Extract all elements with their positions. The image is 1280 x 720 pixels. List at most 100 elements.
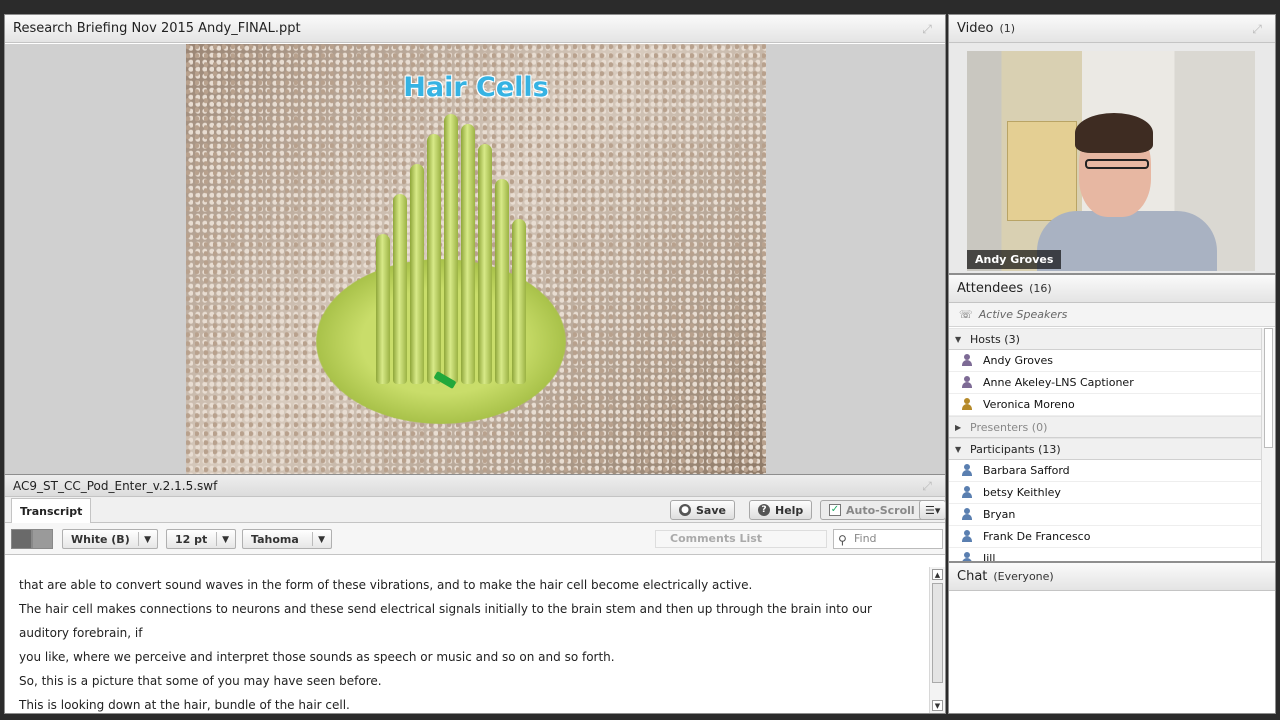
transcript-line: you like, where we perceive and interpre… [19, 650, 615, 664]
attendee-row[interactable]: Bryan [949, 504, 1261, 526]
share-pod: Research Briefing Nov 2015 Andy_FINAL.pp… [4, 14, 946, 479]
video-pod-header: Video (1) ⤢ [949, 15, 1275, 43]
captions-pod: AC9_ST_CC_Pod_Enter_v.2.1.5.swf ⤢ Transc… [4, 474, 947, 714]
maximize-icon[interactable]: ⤢ [919, 479, 935, 493]
scroll-thumb[interactable] [932, 583, 943, 683]
attendees-count: (16) [1029, 282, 1052, 295]
share-pod-header: Research Briefing Nov 2015 Andy_FINAL.pp… [5, 15, 945, 43]
attendee-name: Andy Groves [983, 354, 1054, 367]
active-speakers-label: Active Speakers [978, 308, 1068, 321]
save-icon: ● [679, 504, 691, 516]
hair-cell-bundle [371, 94, 531, 384]
attendee-row[interactable]: Frank De Francesco [949, 526, 1261, 548]
chevron-down-icon: ▼ [222, 535, 229, 545]
attendees-pod: Attendees (16) ☏ Active Speakers ▼ Hosts… [948, 274, 1276, 562]
group-presenters[interactable]: ▶ Presenters (0) [949, 416, 1261, 438]
group-participants[interactable]: ▼ Participants (13) [949, 438, 1261, 460]
active-speakers-bar[interactable]: ☏ Active Speakers [949, 303, 1275, 327]
collapsed-triangle-icon: ▶ [955, 422, 962, 432]
speaker-body [1037, 211, 1217, 271]
transcript-line: This is looking down at the hair, bundle… [19, 698, 350, 712]
transcript-scrollbar[interactable]: ▲ ▼ [929, 567, 945, 713]
phone-icon: ☏ [959, 308, 973, 321]
chat-pod-title: Chat [957, 569, 988, 584]
attendee-list: ▼ Hosts (3) Andy Groves Anne Akeley-LNS … [949, 328, 1261, 561]
scroll-thumb[interactable] [1264, 328, 1273, 448]
checkbox-icon: ✓ [829, 504, 841, 516]
scroll-down-icon[interactable]: ▼ [932, 700, 943, 711]
font-select-value: Tahoma [251, 532, 299, 546]
speaker-name-tag: Andy Groves [967, 250, 1062, 269]
host-user-icon [961, 398, 973, 411]
presentation-slide: Hair Cells [186, 44, 766, 478]
background-shelf [1007, 121, 1077, 221]
group-participants-label: Participants (13) [970, 442, 1061, 456]
layout-split-button[interactable] [32, 529, 53, 549]
share-pod-title: Research Briefing Nov 2015 Andy_FINAL.pp… [13, 21, 301, 36]
attendees-pod-title: Attendees [957, 281, 1024, 296]
attendee-row[interactable]: Barbara Safford [949, 460, 1261, 482]
maximize-icon[interactable]: ⤢ [919, 22, 935, 36]
maximize-icon[interactable]: ⤢ [1249, 22, 1265, 36]
attendee-name: betsy Keithley [983, 486, 1061, 499]
attendee-row[interactable]: Veronica Moreno [949, 394, 1261, 416]
group-hosts[interactable]: ▼ Hosts (3) [949, 328, 1261, 350]
share-stage: Hair Cells [5, 44, 945, 478]
attendee-name: Jill [983, 552, 996, 561]
search-icon: ⚲ [838, 533, 847, 547]
layout-toggle [11, 529, 53, 549]
color-select[interactable]: White (B) ▼ [62, 529, 158, 549]
attendee-row[interactable]: Anne Akeley-LNS Captioner [949, 372, 1261, 394]
help-label: Help [775, 503, 804, 517]
attendee-name: Anne Akeley-LNS Captioner [983, 376, 1134, 389]
comments-list-select[interactable]: Comments List [655, 530, 827, 548]
scroll-up-icon[interactable]: ▲ [932, 569, 943, 580]
options-menu-button[interactable]: ☰▾ [919, 500, 947, 520]
user-icon [961, 552, 973, 561]
video-pod-title: Video [957, 21, 994, 36]
transcript-line: The hair cell makes connections to neuro… [19, 602, 872, 640]
tab-transcript[interactable]: Transcript [11, 497, 92, 523]
host-user-icon [961, 376, 973, 389]
chat-scope: (Everyone) [993, 570, 1054, 583]
autoscroll-label: Auto-Scroll [846, 503, 915, 517]
group-hosts-label: Hosts (3) [970, 332, 1020, 346]
attendee-row[interactable]: betsy Keithley [949, 482, 1261, 504]
color-select-value: White (B) [71, 532, 130, 546]
comments-list-label: Comments List [670, 532, 763, 545]
video-pod: Video (1) ⤢ Andy Groves [948, 14, 1276, 274]
expanded-triangle-icon: ▼ [955, 444, 962, 454]
find-placeholder: Find [854, 532, 877, 545]
transcript-line: that are able to convert sound waves in … [19, 578, 753, 592]
user-icon [961, 530, 973, 543]
captions-pod-title: AC9_ST_CC_Pod_Enter_v.2.1.5.swf [13, 478, 218, 493]
webcam-video[interactable]: Andy Groves [967, 51, 1255, 271]
transcript-text-area[interactable]: that are able to convert sound waves in … [5, 567, 929, 713]
size-select[interactable]: 12 pt ▼ [166, 529, 236, 549]
attendee-name: Bryan [983, 508, 1016, 521]
attendee-row[interactable]: Jill [949, 548, 1261, 561]
captions-tabbar: Transcript ● Save ? Help ✓ Auto-Scroll ☰… [5, 497, 947, 523]
font-select[interactable]: Tahoma ▼ [242, 529, 332, 549]
attendee-row[interactable]: Andy Groves [949, 350, 1261, 372]
transcript-line: So, this is a picture that some of you m… [19, 674, 382, 688]
user-icon [961, 464, 973, 477]
save-button[interactable]: ● Save [670, 500, 735, 520]
help-button[interactable]: ? Help [749, 500, 813, 520]
help-icon: ? [758, 504, 770, 516]
glasses-icon [1085, 159, 1149, 169]
captions-pod-header: AC9_ST_CC_Pod_Enter_v.2.1.5.swf ⤢ [5, 475, 945, 497]
find-input[interactable]: ⚲ Find [833, 529, 943, 549]
attendees-pod-header: Attendees (16) [949, 275, 1275, 303]
attendee-name: Frank De Francesco [983, 530, 1091, 543]
attendee-scrollbar[interactable] [1261, 328, 1275, 561]
menu-icon: ☰▾ [925, 503, 941, 517]
slide-title: Hair Cells [403, 72, 549, 103]
user-icon [961, 508, 973, 521]
layout-single-button[interactable] [11, 529, 32, 549]
autoscroll-toggle[interactable]: ✓ Auto-Scroll [820, 500, 924, 520]
chat-pod-header: Chat (Everyone) [949, 563, 1275, 591]
attendee-name: Veronica Moreno [983, 398, 1075, 411]
chevron-down-icon: ▼ [144, 535, 151, 545]
host-user-icon [961, 354, 973, 367]
